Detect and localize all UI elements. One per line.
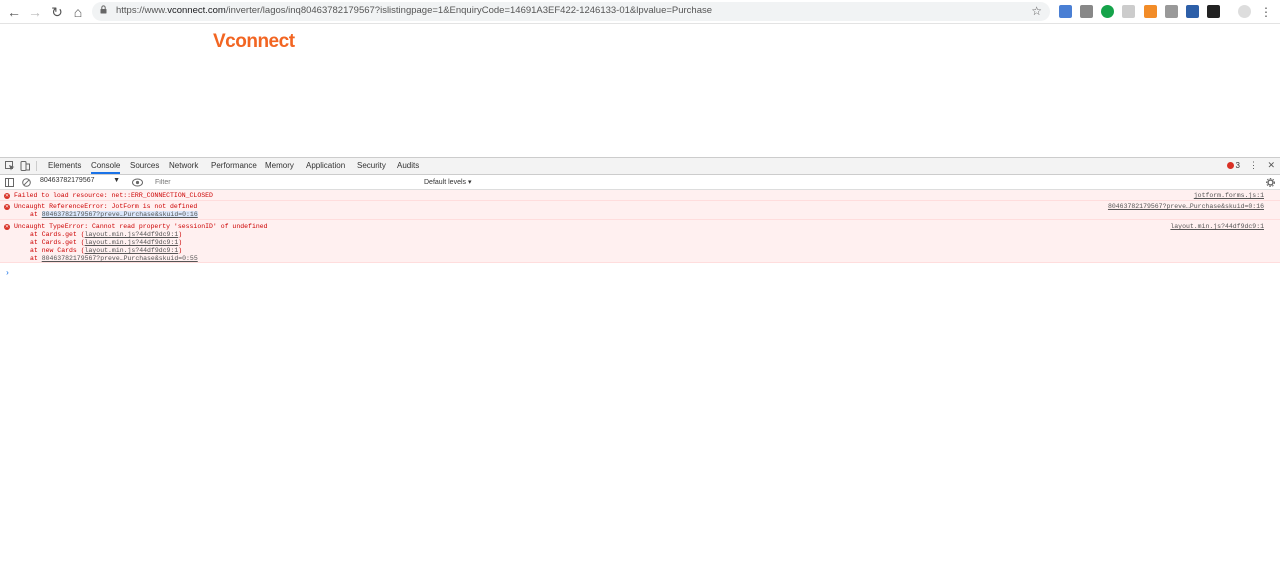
extension-icon-4[interactable] bbox=[1122, 5, 1135, 18]
devtools-menu-icon[interactable]: ⋮ bbox=[1249, 160, 1258, 171]
tab-sources[interactable]: Sources bbox=[130, 161, 159, 170]
site-logo[interactable]: Vconnect bbox=[213, 31, 295, 53]
extension-icon-1[interactable] bbox=[1059, 5, 1072, 18]
stack-frame: at Cards.get (layout.min.js?44df9dc9:1) bbox=[30, 239, 183, 246]
close-icon[interactable]: ✕ bbox=[1267, 160, 1275, 171]
error-count-badge[interactable]: 3 bbox=[1226, 161, 1240, 170]
stack-frame: at 80463782179567?preve…Purchase&skuid=0… bbox=[30, 255, 198, 262]
context-select[interactable]: 80463782179567 ▼ bbox=[40, 177, 122, 188]
tab-application[interactable]: Application bbox=[306, 161, 345, 170]
tab-elements[interactable]: Elements bbox=[48, 161, 81, 170]
device-toolbar-icon[interactable] bbox=[20, 161, 30, 171]
extension-icon-6[interactable] bbox=[1165, 5, 1178, 18]
source-link[interactable]: 80463782179567?preve…Purchase&skuid=0:16 bbox=[1108, 203, 1264, 210]
filter-input[interactable] bbox=[151, 176, 419, 188]
extension-icon-5[interactable] bbox=[1144, 5, 1157, 18]
address-bar[interactable]: https://www.vconnect.com/inverter/lagos/… bbox=[92, 2, 1050, 21]
settings-gear-icon[interactable] bbox=[1266, 178, 1275, 187]
console-messages: ✕ Failed to load resource: net::ERR_CONN… bbox=[0, 190, 1280, 278]
reload-icon[interactable]: ↻ bbox=[47, 2, 67, 22]
console-prompt[interactable]: › bbox=[5, 269, 10, 278]
home-icon[interactable]: ⌂ bbox=[68, 2, 88, 22]
stack-frame: at new Cards (layout.min.js?44df9dc9:1) bbox=[30, 247, 183, 254]
source-link[interactable]: layout.min.js?44df9dc9:1 bbox=[1170, 223, 1264, 230]
error-icon bbox=[1226, 162, 1234, 169]
log-levels-dropdown[interactable]: Default levels ▾ bbox=[424, 178, 471, 186]
eye-icon[interactable] bbox=[132, 178, 143, 187]
console-error-message: ✕ Failed to load resource: net::ERR_CONN… bbox=[0, 190, 1280, 201]
divider bbox=[36, 161, 37, 171]
devtools-tabbar: Elements Console Sources Network Perform… bbox=[0, 158, 1280, 175]
stack-link[interactable]: layout.min.js?44df9dc9:1 bbox=[85, 247, 179, 254]
extension-icon-7[interactable] bbox=[1186, 5, 1199, 18]
forward-icon[interactable]: → bbox=[25, 2, 45, 22]
tab-console[interactable]: Console bbox=[91, 161, 121, 174]
tab-security[interactable]: Security bbox=[357, 161, 386, 170]
tab-memory[interactable]: Memory bbox=[265, 161, 294, 170]
inspect-element-icon[interactable] bbox=[5, 161, 15, 171]
console-filter-bar: 80463782179567 ▼ Default levels ▾ bbox=[0, 175, 1280, 190]
tab-network[interactable]: Network bbox=[169, 161, 198, 170]
profile-avatar-icon[interactable] bbox=[1238, 5, 1251, 18]
sidebar-toggle-icon[interactable] bbox=[5, 178, 14, 187]
console-error-message: ✕ Uncaught TypeError: Cannot read proper… bbox=[0, 220, 1280, 263]
stack-frame: at 80463782179567?preve…Purchase&skuid=0… bbox=[30, 211, 198, 218]
url-text: https://www.vconnect.com/inverter/lagos/… bbox=[116, 5, 713, 16]
source-link[interactable]: jotform.forms.js:1 bbox=[1194, 192, 1264, 199]
dropdown-arrow-icon: ▼ bbox=[113, 177, 120, 184]
clear-console-icon[interactable] bbox=[22, 178, 31, 187]
browser-toolbar: ← → ↻ ⌂ https://www.vconnect.com/inverte… bbox=[0, 0, 1280, 24]
extension-icon-2[interactable] bbox=[1080, 5, 1093, 18]
stack-link[interactable]: layout.min.js?44df9dc9:1 bbox=[85, 239, 179, 246]
chrome-menu-icon[interactable]: ⋮ bbox=[1256, 2, 1276, 22]
tab-performance[interactable]: Performance bbox=[211, 161, 257, 170]
stack-link[interactable]: 80463782179567?preve…Purchase&skuid=0:55 bbox=[42, 255, 198, 262]
stack-link[interactable]: layout.min.js?44df9dc9:1 bbox=[85, 231, 179, 238]
bookmark-star-icon[interactable]: ☆ bbox=[1031, 4, 1042, 18]
grammarly-icon[interactable] bbox=[1101, 5, 1114, 18]
tab-audits[interactable]: Audits bbox=[397, 161, 419, 170]
devtools-panel: Elements Console Sources Network Perform… bbox=[0, 157, 1280, 577]
extension-icon-8[interactable] bbox=[1207, 5, 1220, 18]
lock-icon bbox=[100, 5, 107, 14]
console-error-message: ✕ Uncaught ReferenceError: JotForm is no… bbox=[0, 201, 1280, 220]
back-icon[interactable]: ← bbox=[4, 2, 24, 22]
stack-link[interactable]: 80463782179567?preve…Purchase&skuid=0:16 bbox=[41, 211, 198, 218]
stack-frame: at Cards.get (layout.min.js?44df9dc9:1) bbox=[30, 231, 183, 238]
